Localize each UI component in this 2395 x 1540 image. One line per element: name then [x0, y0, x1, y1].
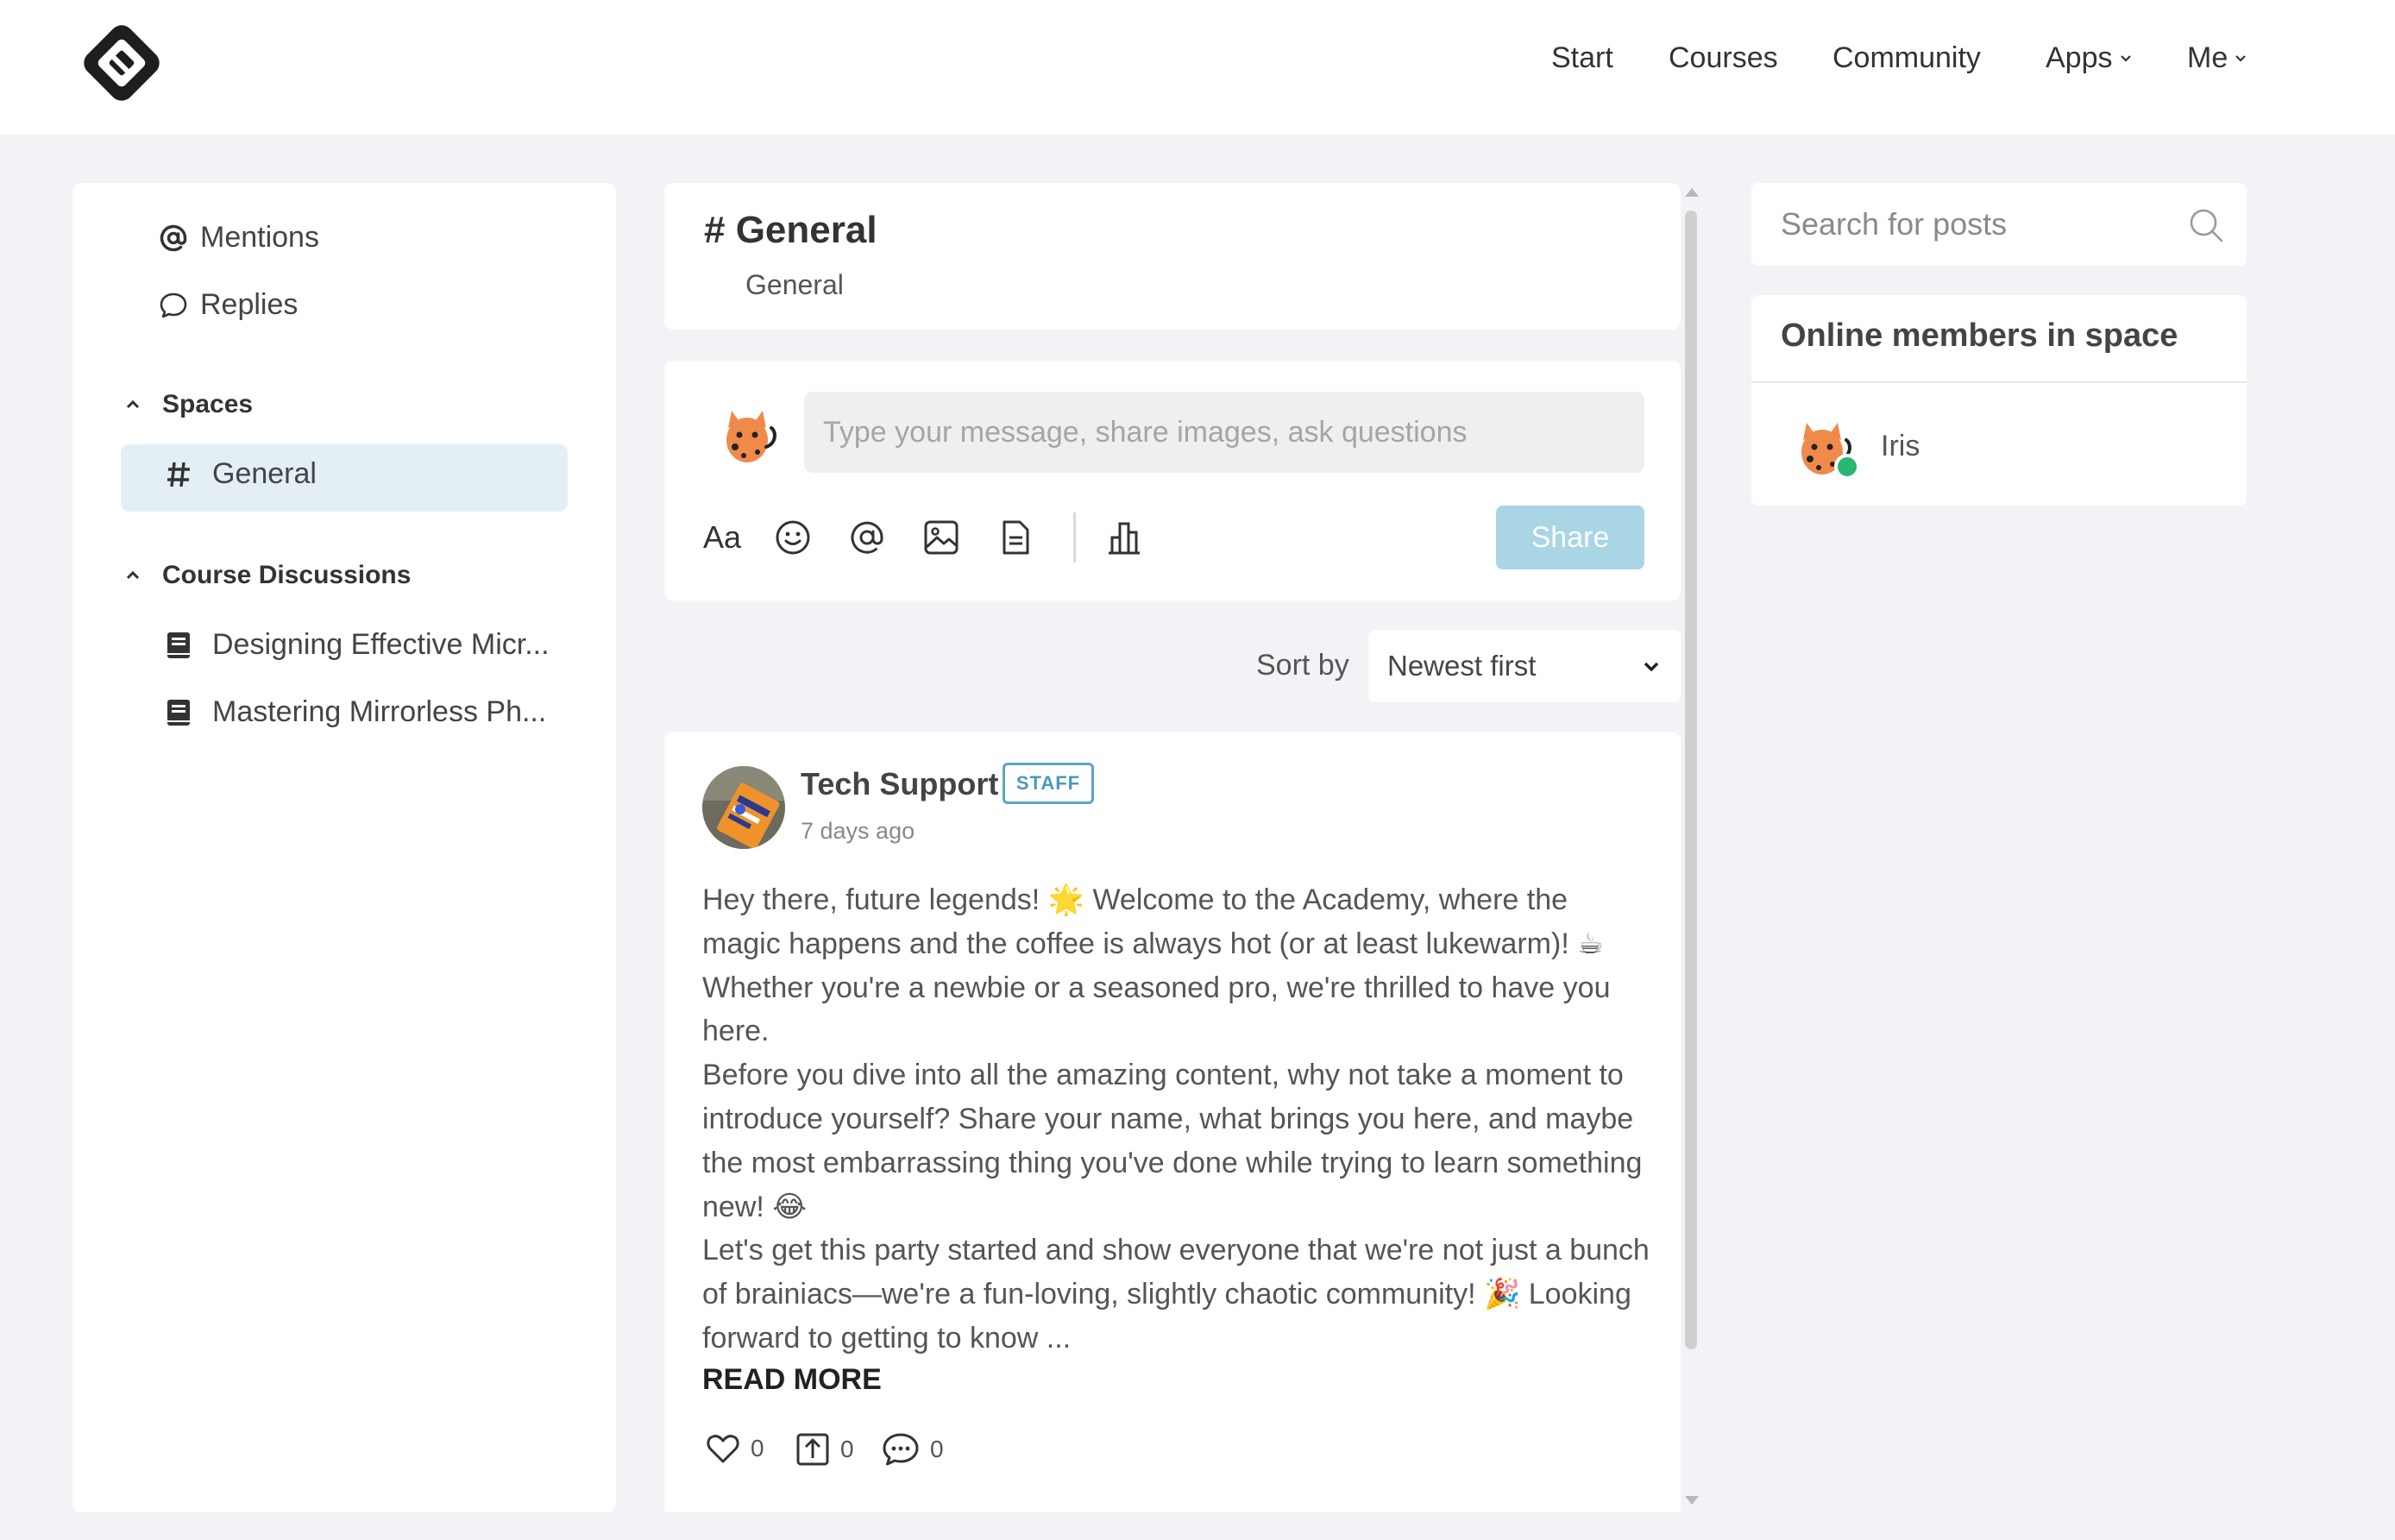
- post-paragraph: Hey there, future legends! 🌟 Welcome to …: [702, 883, 1611, 1048]
- at-icon: [160, 224, 187, 251]
- chevron-down-icon: [2235, 54, 2247, 62]
- share-post-button[interactable]: 0: [795, 1432, 854, 1467]
- speech-bubble-icon: [160, 292, 187, 317]
- chevron-down-icon: [2120, 54, 2131, 62]
- post-paragraph: Before you dive into all the amazing con…: [702, 1059, 1643, 1223]
- message-input[interactable]: [804, 392, 1644, 473]
- scroll-down-arrow[interactable]: [1685, 1496, 1699, 1505]
- sort-select[interactable]: Newest first: [1368, 630, 1681, 702]
- sidebar-item-general-label: General: [166, 457, 317, 491]
- online-members-title: Online members in space: [1781, 317, 2178, 354]
- smiley-icon: [776, 520, 810, 555]
- nav-start[interactable]: Start: [1551, 41, 1613, 75]
- nav-community[interactable]: Community: [1832, 41, 1981, 75]
- author-avatar[interactable]: [702, 766, 785, 849]
- sidebar-item-mentions[interactable]: Mentions: [159, 221, 319, 255]
- sidebar-item-course-2[interactable]: Mastering Mirrorless Ph...: [166, 695, 546, 729]
- post-composer: Aa Share: [664, 361, 1681, 600]
- scroll-up-arrow[interactable]: [1685, 188, 1699, 197]
- top-bar: Start Courses Community Apps Me: [0, 0, 2395, 135]
- chevron-down-icon: [1644, 662, 1659, 672]
- post-paragraph: Let's get this party started and show ev…: [702, 1234, 1650, 1355]
- hash-icon: [167, 462, 190, 487]
- sort-label: Sort by: [1256, 649, 1349, 682]
- post-body: Hey there, future legends! 🌟 Welcome to …: [702, 878, 1651, 1361]
- text-format-button[interactable]: Aa: [701, 516, 744, 559]
- search-icon[interactable]: [2188, 207, 2224, 243]
- comment-icon: [883, 1433, 919, 1466]
- sidebar-item-replies[interactable]: Replies: [159, 288, 298, 322]
- spaces-section-toggle[interactable]: Spaces: [124, 390, 253, 419]
- file-attach-button[interactable]: [994, 516, 1037, 559]
- space-header: # General General: [664, 183, 1681, 330]
- share-count: 0: [840, 1436, 854, 1462]
- bar-chart-icon: [1109, 522, 1140, 555]
- image-upload-button[interactable]: [920, 516, 963, 559]
- mention-button[interactable]: [845, 516, 889, 559]
- page-title: # General: [704, 209, 877, 251]
- avatar: [726, 411, 776, 462]
- divider: [1751, 381, 2247, 383]
- nav-apps[interactable]: Apps: [2046, 41, 2134, 75]
- emoji-button[interactable]: [771, 516, 814, 559]
- toolbar-divider: [1073, 512, 1076, 563]
- post-timestamp: 7 days ago: [801, 818, 915, 844]
- poll-button[interactable]: [1103, 516, 1146, 559]
- post-card: Tech Support STAFF 7 days ago Hey there,…: [664, 732, 1681, 1512]
- sidebar-item-course-1[interactable]: Designing Effective Micr...: [166, 628, 550, 662]
- book-icon: [167, 699, 190, 726]
- comment-count: 0: [930, 1436, 944, 1462]
- search-input[interactable]: [1751, 183, 2247, 266]
- scrollbar-thumb[interactable]: [1685, 211, 1697, 1349]
- like-button[interactable]: 0: [706, 1432, 764, 1465]
- post-author[interactable]: Tech Support: [801, 766, 998, 802]
- course-discussions-toggle[interactable]: Course Discussions: [124, 561, 411, 590]
- share-button[interactable]: Share: [1496, 506, 1644, 569]
- share-arrow-icon: [796, 1433, 829, 1466]
- book-icon: [167, 632, 190, 658]
- member-name[interactable]: Iris: [1881, 430, 1920, 463]
- left-sidebar: Mentions Replies Spaces General Course D…: [72, 183, 616, 1512]
- like-count: 0: [751, 1435, 764, 1461]
- online-status-dot: [1834, 454, 1860, 480]
- status-badge: STAFF: [1003, 763, 1094, 804]
- document-icon: [1003, 520, 1029, 555]
- read-more-link[interactable]: READ MORE: [702, 1363, 882, 1397]
- brand-logo[interactable]: [74, 16, 169, 110]
- nav-courses[interactable]: Courses: [1669, 41, 1778, 75]
- nav-me[interactable]: Me: [2187, 41, 2248, 75]
- image-icon: [924, 520, 959, 555]
- comment-button[interactable]: 0: [882, 1432, 944, 1467]
- chevron-up-icon: [126, 399, 140, 409]
- at-icon: [851, 521, 883, 554]
- page-subtitle: General: [745, 269, 844, 300]
- online-members-panel: Online members in space Iris: [1751, 295, 2247, 506]
- search-box: [1751, 183, 2247, 266]
- chevron-up-icon: [126, 570, 140, 580]
- heart-icon: [707, 1435, 739, 1463]
